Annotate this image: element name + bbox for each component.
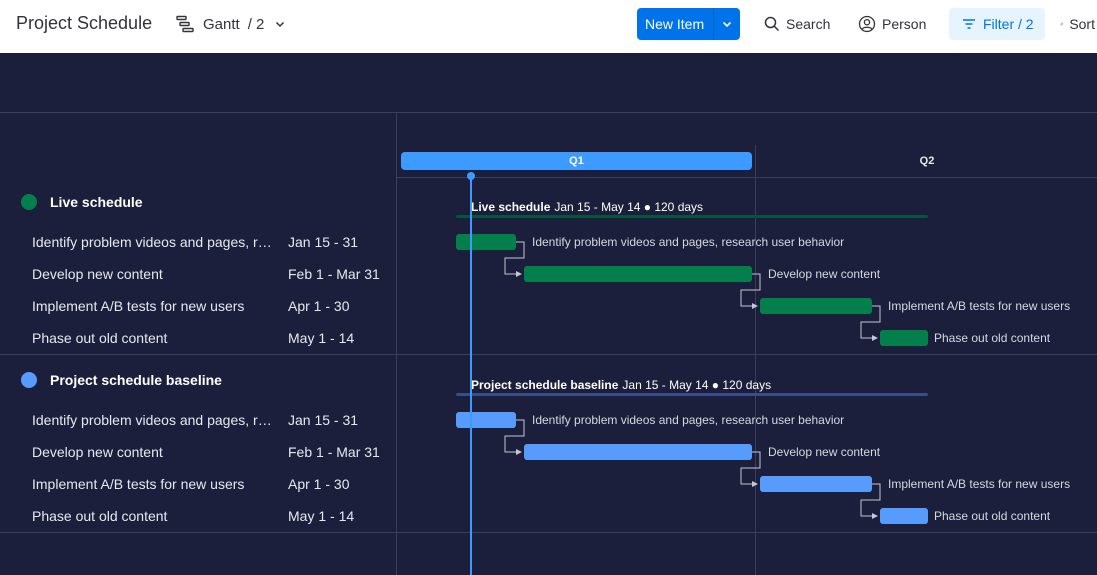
group-summary-bar [456,215,928,218]
task-bar[interactable] [456,234,516,250]
group-summary-label: Project schedule baseline Jan 15 - May 14… [471,378,771,392]
task-bar[interactable] [524,444,752,460]
today-marker-dot[interactable] [467,172,475,180]
task-bar[interactable] [760,476,872,492]
task-bar-label: Identify problem videos and pages, resea… [532,235,844,249]
task-bar[interactable] [880,508,928,524]
group-summary-range: Jan 15 - May 14 ● 120 days [622,378,771,392]
task-bar-label: Develop new content [768,445,881,459]
task-bar[interactable] [524,266,752,282]
task-bar[interactable] [456,412,516,428]
task-bar-label: Implement A/B tests for new users [888,477,1070,491]
task-bar-label: Phase out old content [934,509,1051,523]
group-summary-label: Live schedule Jan 15 - May 14 ● 120 days [471,200,703,214]
group-summary-title: Live schedule [471,200,551,214]
gantt-chart: Live schedule Jan 15 - May 14 ● 120 days … [456,200,1070,524]
today-line [470,176,472,575]
group-summary-range: Jan 15 - May 14 ● 120 days [554,200,703,214]
group-summary-bar [456,393,928,396]
task-bar-label: Phase out old content [934,331,1051,345]
task-bar[interactable] [880,330,928,346]
task-bar[interactable] [760,298,872,314]
group-summary-title: Project schedule baseline [471,378,619,392]
task-bar-label: Develop new content [768,267,881,281]
task-bar-label: Implement A/B tests for new users [888,299,1070,313]
task-bar-label: Identify problem videos and pages, resea… [532,413,844,427]
